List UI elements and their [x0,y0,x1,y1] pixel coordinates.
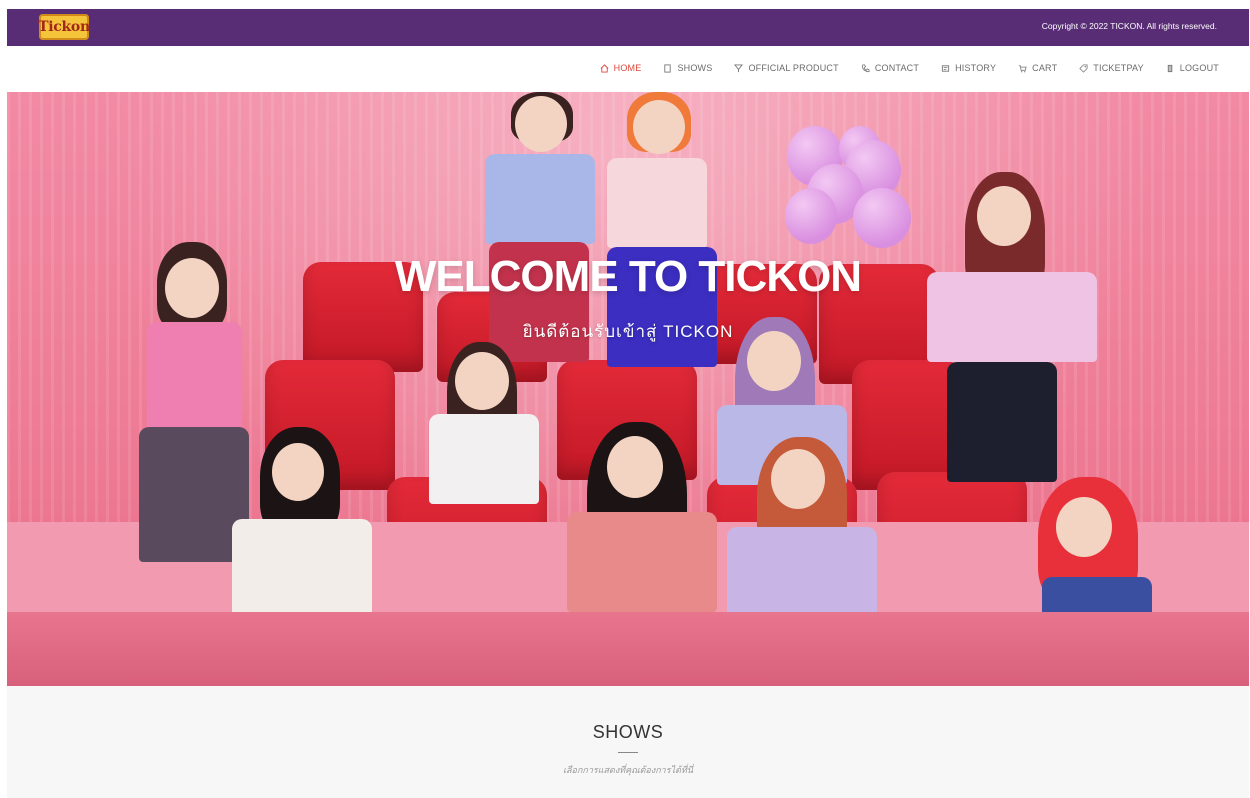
navigation-bar: HOME SHOWS OFFICIAL PRODUCT CONTACT HIST… [7,46,1249,92]
nav-label-contact: CONTACT [874,63,920,73]
nav-label-cart: CART [1032,63,1058,73]
shows-section-subtitle: เลือกการแสดงที่คุณต้องการได้ที่นี่ [562,765,694,775]
logo-text: Tickon [38,19,90,35]
balloon-decoration [785,188,837,244]
nav-label-shows: SHOWS [677,63,713,73]
top-bar: Tickon Copyright © 2022 TICKON. All righ… [7,9,1249,46]
hero-subtitle: ยินดีต้อนรับเข้าสู่ TICKON [522,322,734,341]
nav-item-cart[interactable]: CART [1018,63,1057,73]
section-divider [618,752,638,753]
cinema-seat [852,360,962,490]
logout-icon [1167,64,1173,72]
balloon-decoration [853,188,911,248]
shows-section-title: SHOWS [592,722,664,742]
hero-bottom-strip [7,612,1249,686]
shows-section: SHOWS เลือกการแสดงที่คุณต้องการได้ที่นี่ [7,686,1249,798]
nav-item-contact[interactable]: CONTACT [861,63,919,73]
nav-item-logout[interactable]: LOGOUT [1166,63,1219,73]
main-menu: HOME SHOWS OFFICIAL PRODUCT CONTACT HIST… [578,63,1219,73]
copyright-text: Copyright © 2022 TICKON. All rights rese… [1041,21,1217,31]
nav-item-ticketpay[interactable]: TICKETPAY [1079,63,1144,73]
cart-icon [1019,64,1027,72]
home-icon [600,63,609,73]
ticketpay-icon [1079,63,1088,73]
hero-title: WELCOME TO TICKON [394,252,862,301]
page-frame: Tickon Copyright © 2022 TICKON. All righ… [7,9,1249,798]
nav-label-history: HISTORY [955,63,997,73]
nav-item-shows[interactable]: SHOWS [663,63,712,73]
hero-banner: WELCOME TO TICKON ยินดีต้อนรับเข้าสู่ TI… [7,92,1249,686]
nav-item-history[interactable]: HISTORY [941,63,996,73]
ticket-icon [664,63,672,73]
nav-item-official-product[interactable]: OFFICIAL PRODUCT [734,63,839,73]
tag-icon [734,63,744,72]
nav-label-official-product: OFFICIAL PRODUCT [748,63,839,73]
nav-label-logout: LOGOUT [1179,63,1219,73]
history-icon [941,64,950,72]
tickon-logo[interactable]: Tickon [38,14,90,40]
nav-label-home: HOME [613,63,642,73]
nav-item-home[interactable]: HOME [600,63,642,73]
nav-label-ticketpay: TICKETPAY [1093,63,1144,73]
phone-icon [861,63,870,72]
